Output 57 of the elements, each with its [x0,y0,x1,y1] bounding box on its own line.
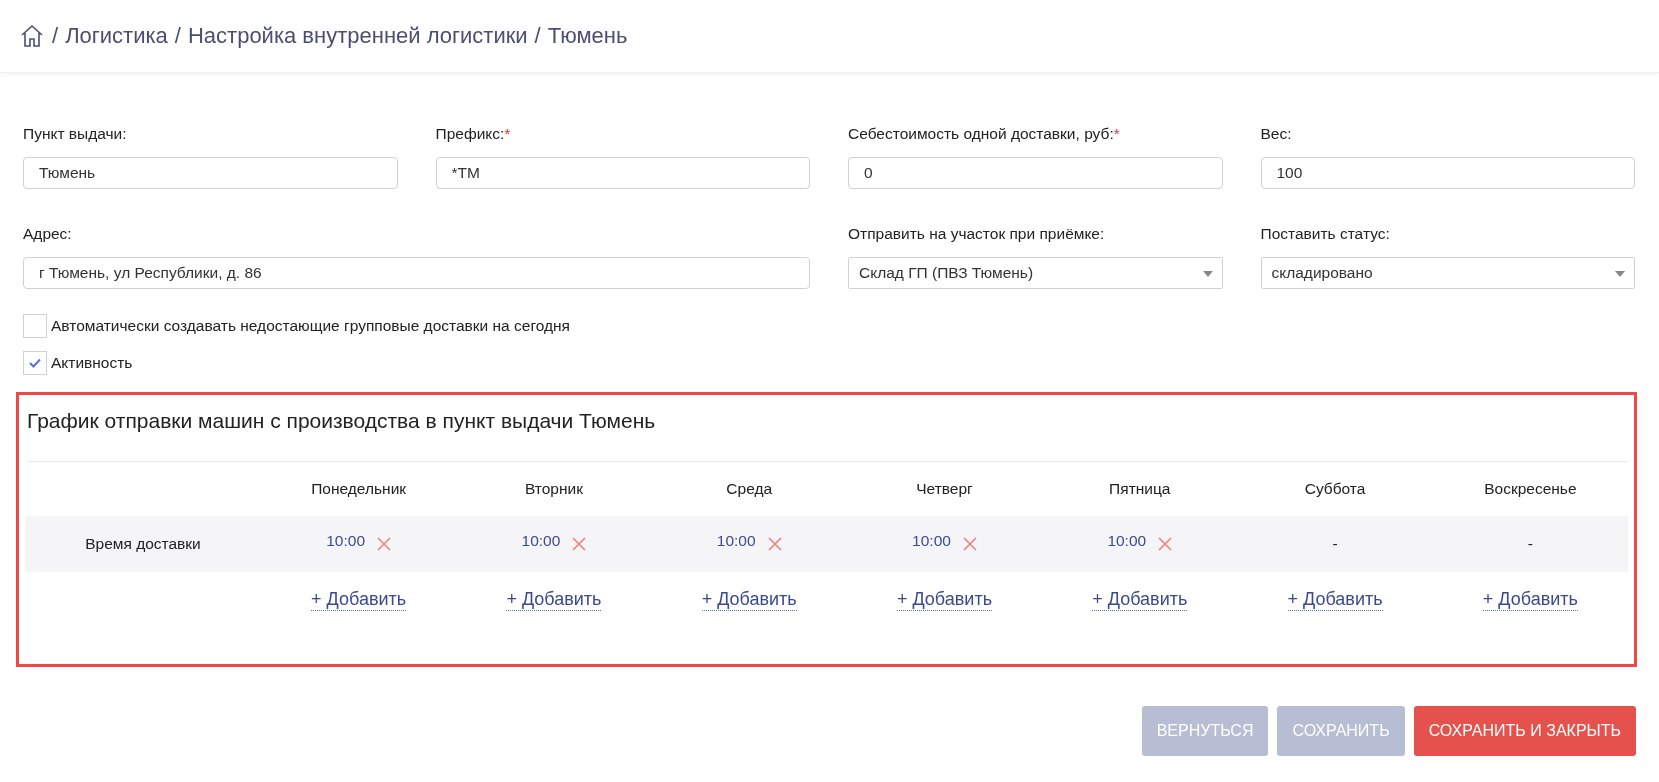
delete-icon[interactable] [572,537,587,551]
breadcrumb-item[interactable]: Логистика [65,23,168,49]
delete-icon[interactable] [962,537,977,551]
input-field[interactable]: *ТМ [435,157,810,189]
add-link[interactable]: + Добавить [1482,589,1578,611]
dropdown-field[interactable]: Склад ГП (ПВЗ Тюмень) [848,257,1223,289]
field-label: Пункт выдачи: [23,125,128,143]
delete-icon[interactable] [767,537,782,551]
breadcrumb-item: Тюмень [547,23,628,49]
action-button[interactable]: СОХРАНИТЬ И ЗАКРЫТЬ [1413,706,1636,756]
input-field[interactable]: 0 [848,157,1223,189]
checkbox[interactable] [23,351,47,375]
input-field[interactable]: Тюмень [23,157,398,189]
breadcrumb-separator: / [534,23,541,49]
delivery-time: 10:00 [716,532,756,550]
field-label: Отправить на участок при приёмке: [848,225,1106,243]
day-header: Пятница [1109,480,1171,498]
check-icon [29,358,41,368]
breadcrumb-item[interactable]: Настройка внутренней логистики [187,23,528,49]
add-link[interactable]: + Добавить [1092,589,1188,611]
checkbox[interactable] [23,314,47,338]
empty-value: - [1527,535,1533,553]
delivery-time: 10:00 [326,532,366,550]
delivery-time: 10:00 [912,532,951,550]
add-link[interactable]: + Добавить [506,589,602,611]
row-label: Время доставки [85,535,201,553]
input-field[interactable]: г Тюмень, ул Республики, д. 86 [23,257,810,289]
day-header: Суббота [1304,480,1366,498]
add-link[interactable]: + Добавить [311,589,407,611]
delivery-time: 10:00 [1107,532,1147,550]
delete-icon[interactable] [377,537,392,551]
add-link[interactable]: + Добавить [1287,589,1383,611]
schedule-title: График отправки машин с производства в пункт выдачи Тюмень [27,409,1628,462]
caret-icon [1202,271,1213,277]
checkbox-label: Активность [51,354,133,372]
empty-value: - [1332,535,1338,553]
field-label: Адрес: [23,225,73,243]
breadcrumb-separator: / [52,23,59,49]
day-header: Среда [726,480,773,498]
breadcrumb-separator: / [174,23,181,49]
add-link[interactable]: + Добавить [896,589,992,611]
field-label: Префикс:* [435,125,512,143]
day-header: Воскресенье [1484,480,1577,498]
add-link[interactable]: + Добавить [701,589,797,611]
field-label: Вес: [1260,125,1293,143]
caret-icon [1615,271,1625,277]
field-label: Поставить статус: [1260,225,1391,243]
delete-icon[interactable] [1158,537,1173,551]
day-header: Вторник [524,480,583,498]
checkbox-label: Автоматически создавать недостающие групповые доставки на сегодня [51,317,570,335]
field-label: Себестоимость одной доставки, руб:* [848,125,1121,143]
dropdown-field[interactable]: складировано [1260,257,1635,289]
day-header: Понедельник [311,480,407,498]
home-icon[interactable] [20,24,44,48]
input-field[interactable]: 100 [1260,157,1635,189]
delivery-time: 10:00 [521,532,561,550]
day-header: Четверг [916,480,973,498]
